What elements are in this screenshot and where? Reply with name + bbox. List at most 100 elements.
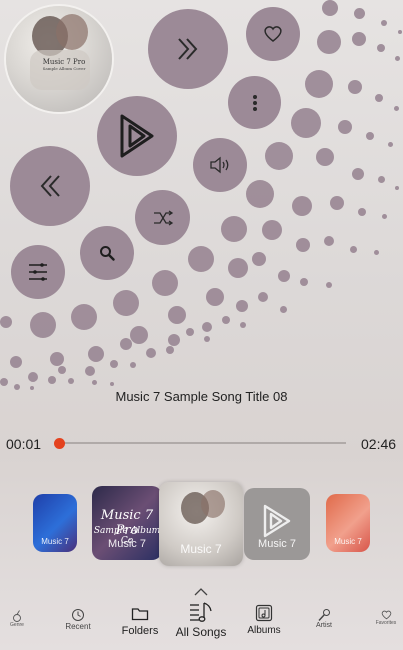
nav-item-albums[interactable]: Albums xyxy=(243,604,285,636)
decorative-dot xyxy=(382,214,387,219)
decorative-dot xyxy=(0,316,12,328)
carousel-card-label: Music 7 xyxy=(258,538,296,550)
album-art-title: Music 7 Pro xyxy=(42,58,86,66)
play-icon xyxy=(263,504,291,538)
rewind-button[interactable] xyxy=(10,146,90,226)
decorative-dot xyxy=(305,70,333,98)
player-screen: Music 7 Pro Sample Album Cover Music 7 S… xyxy=(0,0,403,650)
carousel-card[interactable]: Music 7 xyxy=(326,494,370,552)
volume-icon xyxy=(210,156,229,174)
decorative-dot xyxy=(110,382,114,386)
queue-button[interactable] xyxy=(11,245,65,299)
decorative-dot xyxy=(378,176,385,183)
decorative-dot xyxy=(71,304,97,330)
decorative-dot xyxy=(0,378,8,386)
decorative-dot xyxy=(146,348,156,358)
decorative-dot xyxy=(354,8,365,19)
decorative-dot xyxy=(375,94,383,102)
decorative-dot xyxy=(296,238,310,252)
fast-forward-button[interactable] xyxy=(148,9,228,89)
decorative-dot xyxy=(88,346,104,362)
decorative-dot xyxy=(120,338,132,350)
decorative-dot xyxy=(317,30,341,54)
nav-item-all-songs[interactable]: All Songs xyxy=(173,600,229,639)
decorative-dot xyxy=(398,30,402,34)
decorative-dot xyxy=(130,362,136,368)
nav-item-label: Favorites xyxy=(375,620,397,626)
fast-forward-icon xyxy=(178,38,198,60)
decorative-dot xyxy=(30,312,56,338)
carousel-card[interactable]: Music 7 xyxy=(33,494,77,552)
decorative-dot xyxy=(228,258,248,278)
carousel-card[interactable]: Music 7 xyxy=(244,488,310,560)
decorative-dot xyxy=(202,322,212,332)
seek-handle[interactable] xyxy=(54,438,66,449)
nav-item-favorites[interactable]: Favorites xyxy=(373,610,399,626)
decorative-dot xyxy=(166,346,174,354)
search-icon xyxy=(100,246,115,261)
bottom-nav: Genre Recent Folders All Songs Albums Ar… xyxy=(0,596,403,650)
song-title: Music 7 Sample Song Title 08 xyxy=(115,389,288,404)
decorative-dot xyxy=(130,326,148,344)
heart-icon xyxy=(381,610,391,620)
seek-bar[interactable] xyxy=(58,442,346,444)
decorative-dot xyxy=(395,186,399,190)
play-icon xyxy=(120,114,154,158)
decorative-dot xyxy=(28,372,38,382)
decorative-dot xyxy=(352,32,366,46)
decorative-dot xyxy=(377,44,385,52)
decorative-dot xyxy=(222,316,230,324)
nav-item-label: Recent xyxy=(65,622,91,631)
decorative-dot xyxy=(265,142,293,170)
carousel-card[interactable]: Music 7 Pro Sample Album Co Music 7 xyxy=(92,486,162,560)
decorative-dot xyxy=(252,252,266,266)
decorative-dot xyxy=(168,334,180,346)
decorative-dot xyxy=(348,80,362,94)
decorative-dot xyxy=(322,0,338,16)
album-icon xyxy=(255,604,273,622)
nav-item-recent[interactable]: Recent xyxy=(62,608,94,631)
shuffle-button[interactable] xyxy=(135,190,190,245)
decorative-dot xyxy=(206,288,224,306)
nav-item-label: Folders xyxy=(121,625,159,637)
decorative-dot xyxy=(358,208,366,216)
nav-item-artist[interactable]: Artist xyxy=(310,608,338,629)
decorative-dot xyxy=(236,300,248,312)
album-art[interactable]: Music 7 Pro Sample Album Cover xyxy=(6,6,112,112)
decorative-dot xyxy=(50,352,64,366)
volume-button[interactable] xyxy=(193,138,247,192)
decorative-dot xyxy=(352,168,364,180)
decorative-dot xyxy=(262,220,282,240)
decorative-dot xyxy=(152,270,178,296)
decorative-dot xyxy=(350,246,357,253)
decorative-dot xyxy=(280,306,287,313)
decorative-dot xyxy=(326,282,332,288)
carousel-card-label: Music 7 xyxy=(108,538,146,550)
more-options-button[interactable] xyxy=(228,76,281,129)
decorative-dot xyxy=(374,250,379,255)
nav-item-folders[interactable]: Folders xyxy=(119,606,161,637)
favorite-button[interactable] xyxy=(246,7,300,61)
decorative-dot xyxy=(168,306,186,324)
search-button[interactable] xyxy=(80,226,134,280)
decorative-dot xyxy=(58,366,66,374)
chevron-up-icon[interactable] xyxy=(194,588,208,596)
nav-item-genre[interactable]: Genre xyxy=(6,610,28,628)
decorative-dot xyxy=(394,106,399,111)
decorative-dot xyxy=(221,216,247,242)
decorative-dot xyxy=(113,290,139,316)
decorative-dot xyxy=(188,246,214,272)
decorative-dot xyxy=(291,108,321,138)
decorative-dot xyxy=(366,132,374,140)
total-time: 02:46 xyxy=(361,436,397,452)
decorative-dot xyxy=(381,20,387,26)
carousel-card-label: Music 7 xyxy=(334,537,362,546)
decorative-dot xyxy=(300,278,308,286)
decorative-dot xyxy=(388,142,393,147)
play-button[interactable] xyxy=(97,96,177,176)
shuffle-icon xyxy=(153,209,173,226)
nav-item-label: All Songs xyxy=(175,625,227,639)
folder-icon xyxy=(131,608,149,621)
carousel-card-current[interactable]: Music 7 xyxy=(159,482,243,566)
carousel-card-label: Music 7 xyxy=(180,542,222,556)
